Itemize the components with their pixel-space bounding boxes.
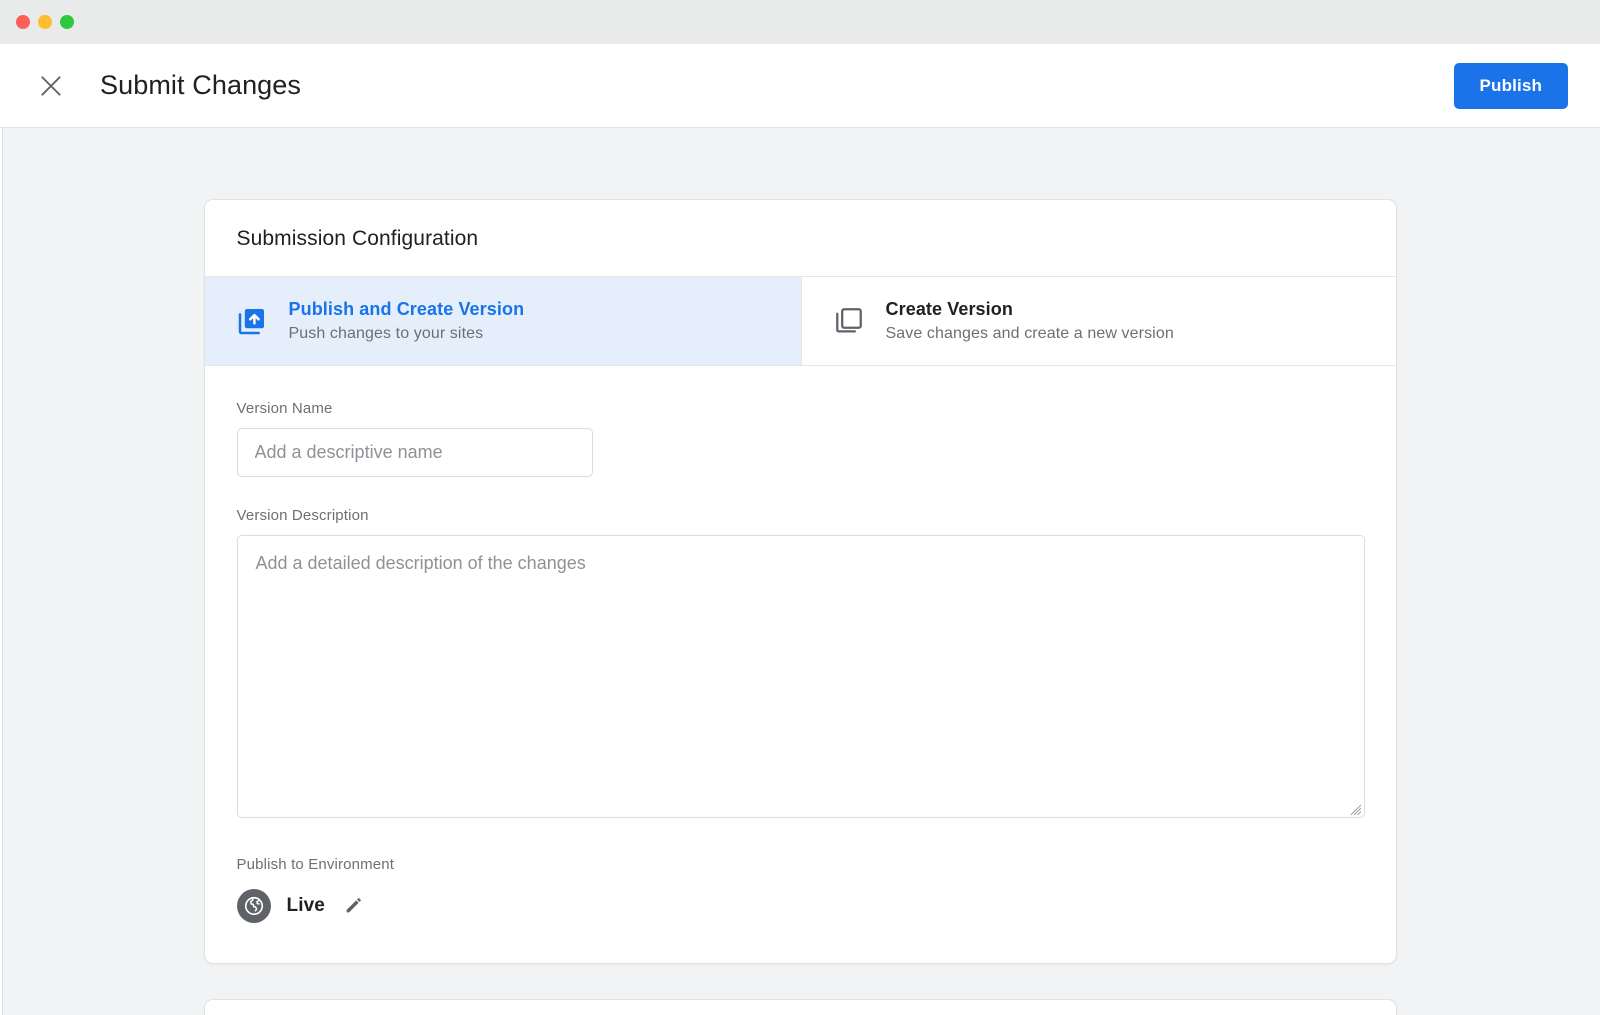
edit-environment-button[interactable] xyxy=(341,893,367,919)
workspace-changes-card: Workspace Changes Name Type Change Displ… xyxy=(203,999,1397,1015)
traffic-lights xyxy=(16,15,74,29)
version-name-label: Version Name xyxy=(236,400,333,417)
left-rail-edge xyxy=(0,44,3,1015)
submission-mode-tabs: Publish and Create Version Push changes … xyxy=(204,276,1396,366)
version-name-input[interactable] xyxy=(236,428,593,477)
content-column: Submission Configuration Publish and Cre… xyxy=(203,129,1397,1015)
version-name-field-block: Version Name xyxy=(236,400,1364,477)
workspace-changes-title: Workspace Changes xyxy=(205,1000,1396,1015)
tab-create-version-label: Create Version xyxy=(885,299,1013,319)
close-icon xyxy=(38,73,64,99)
app-frame: Submit Changes Publish Submission Config… xyxy=(0,44,1600,1015)
submission-configuration-card: Submission Configuration Publish and Cre… xyxy=(203,199,1397,964)
tab-publish-label: Publish and Create Version xyxy=(288,299,525,319)
environment-row: Live xyxy=(236,889,1364,923)
version-description-textarea[interactable] xyxy=(236,535,1365,818)
page-title: Submit Changes xyxy=(100,70,302,100)
tab-create-version[interactable]: Create Version Save changes and create a… xyxy=(800,277,1396,365)
window-zoom-button[interactable] xyxy=(60,15,74,29)
submission-form: Version Name Version Description xyxy=(205,366,1396,963)
publish-environment-block: Publish to Environment Live xyxy=(236,856,1364,923)
globe-public-icon xyxy=(236,889,271,923)
version-description-label: Version Description xyxy=(236,507,369,524)
tab-publish-and-create-version[interactable]: Publish and Create Version Push changes … xyxy=(204,277,801,365)
dialog-body: Submission Configuration Publish and Cre… xyxy=(0,129,1600,1015)
tab-create-version-sublabel: Save changes and create a new version xyxy=(885,325,1174,342)
pencil-edit-icon xyxy=(343,894,365,919)
tab-publish-sublabel: Push changes to your sites xyxy=(288,325,484,342)
tab-publish-text: Publish and Create Version Push changes … xyxy=(289,299,525,343)
publish-upload-icon xyxy=(235,304,269,338)
publish-environment-label: Publish to Environment xyxy=(236,856,395,873)
version-description-wrapper xyxy=(236,535,1365,818)
close-dialog-button[interactable] xyxy=(30,65,72,107)
dialog-header: Submit Changes Publish xyxy=(0,44,1600,128)
tab-create-version-text: Create Version Save changes and create a… xyxy=(886,299,1174,343)
submission-configuration-title: Submission Configuration xyxy=(236,227,479,250)
version-description-field-block: Version Description xyxy=(236,507,1365,818)
window-minimize-button[interactable] xyxy=(38,15,52,29)
publish-button[interactable]: Publish xyxy=(1453,62,1568,109)
copy-version-icon xyxy=(832,304,866,338)
environment-name: Live xyxy=(286,895,325,916)
window-close-button[interactable] xyxy=(16,15,30,29)
os-title-bar xyxy=(0,0,1600,44)
